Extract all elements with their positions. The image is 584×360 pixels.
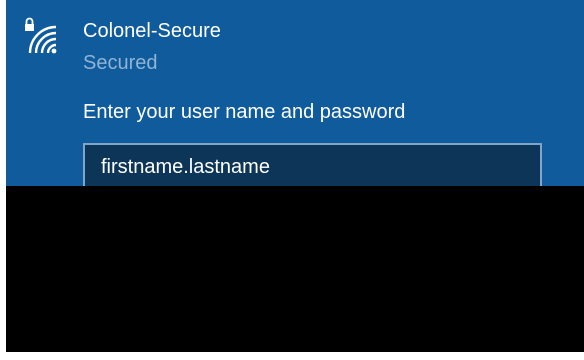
network-name: Colonel-Secure — [83, 20, 221, 42]
network-status: Secured — [83, 52, 158, 74]
credentials-prompt: Enter your user name and password — [83, 101, 406, 123]
network-flyout: Colonel-Secure Secured Enter your user n… — [6, 0, 584, 352]
network-panel: Colonel-Secure Secured Enter your user n… — [6, 0, 584, 197]
wifi-secured-icon — [25, 17, 57, 54]
redacted-area — [6, 186, 584, 352]
